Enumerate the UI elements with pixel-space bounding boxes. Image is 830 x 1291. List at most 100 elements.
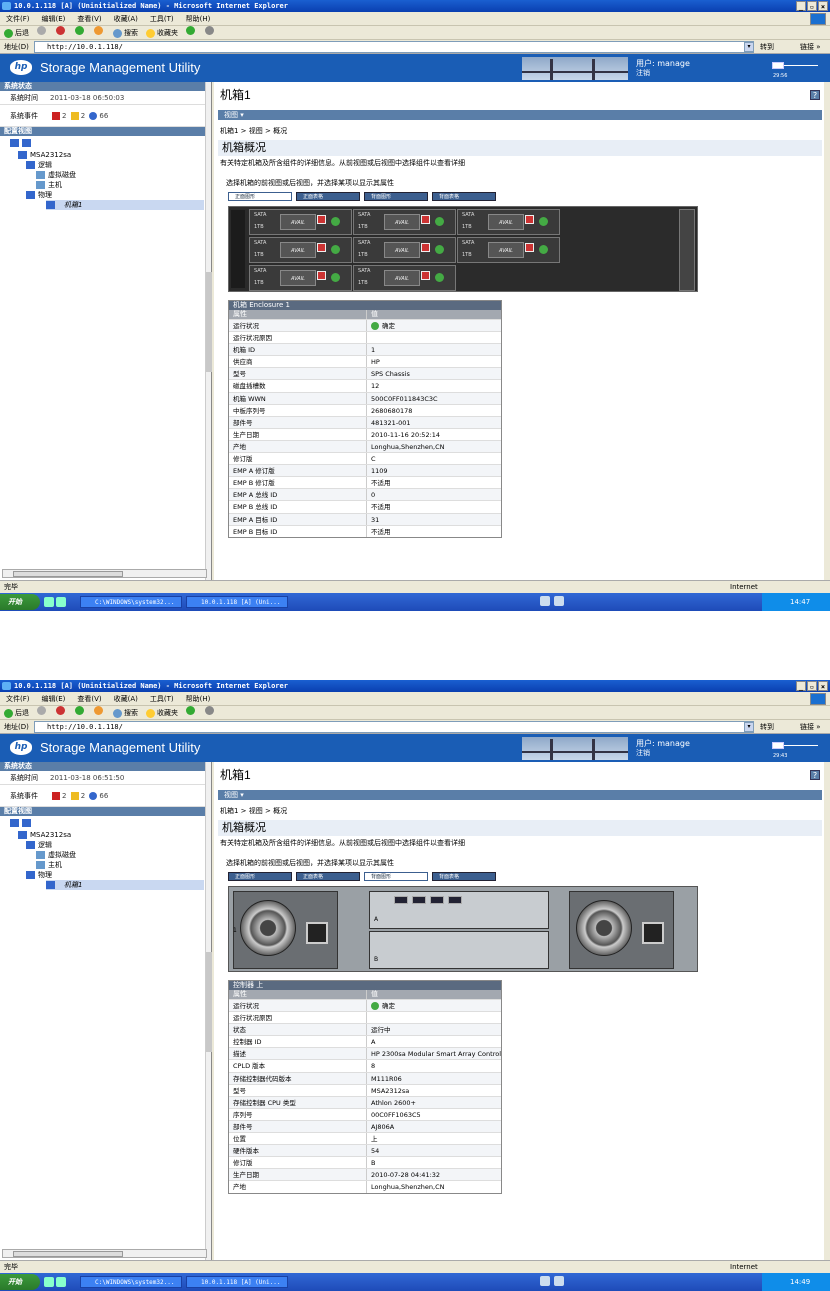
- menu-view[interactable]: 查看(V): [77, 692, 101, 705]
- help-icon[interactable]: ?: [810, 90, 820, 100]
- tree-collapse-all[interactable]: [10, 818, 34, 828]
- warning-icon[interactable]: [70, 112, 79, 120]
- critical-icon[interactable]: [52, 792, 60, 800]
- tree-item-enclosure1[interactable]: 机箱1: [46, 880, 204, 890]
- stop-icon[interactable]: [56, 26, 65, 35]
- refresh-icon[interactable]: [75, 706, 84, 715]
- history-icon[interactable]: [186, 706, 195, 715]
- vertical-scrollbar[interactable]: [205, 82, 212, 580]
- home-icon[interactable]: [94, 26, 103, 35]
- help-icon[interactable]: ?: [810, 770, 820, 780]
- warning-icon[interactable]: [70, 792, 79, 800]
- desktop-icon[interactable]: [44, 597, 54, 607]
- start-button[interactable]: 开始: [0, 1274, 40, 1290]
- menu-help[interactable]: 帮助(H): [186, 12, 211, 25]
- start-button[interactable]: 开始: [0, 594, 40, 610]
- favorites-button[interactable]: 收藏夹: [146, 706, 178, 719]
- menu-tools[interactable]: 工具(T): [150, 692, 174, 705]
- critical-icon[interactable]: [52, 112, 60, 120]
- vertical-scrollbar[interactable]: [205, 762, 212, 1260]
- tab-rear-graphic[interactable]: 背面图形: [364, 872, 428, 881]
- controller-b[interactable]: B: [369, 931, 549, 969]
- task-ie[interactable]: 10.0.1.118 [A] (Uni...: [186, 1276, 288, 1288]
- tree-item-hosts[interactable]: 主机: [36, 180, 62, 190]
- tab-front-table[interactable]: 正面表格: [296, 192, 360, 201]
- desktop-icon[interactable]: [44, 1277, 54, 1287]
- search-button[interactable]: 搜索: [113, 26, 138, 39]
- ie-launch-icon[interactable]: [56, 1277, 66, 1287]
- forward-icon[interactable]: [37, 706, 46, 715]
- view-menu[interactable]: 视图 ▾: [218, 790, 822, 800]
- logout-link[interactable]: 注销: [636, 749, 650, 757]
- task-ie[interactable]: 10.0.1.118 [A] (Uni...: [186, 596, 288, 608]
- tree-collapse-all[interactable]: [10, 138, 34, 148]
- menu-file[interactable]: 文件(F): [6, 692, 30, 705]
- logout-link[interactable]: 注销: [636, 69, 650, 77]
- address-dropdown[interactable]: ▾: [744, 42, 754, 52]
- stop-icon[interactable]: [56, 706, 65, 715]
- tree-item-logical[interactable]: 逻辑: [26, 160, 52, 170]
- favorites-button[interactable]: 收藏夹: [146, 26, 178, 39]
- minimize-button[interactable]: _: [796, 681, 806, 691]
- tab-rear-graphic[interactable]: 背面图形: [364, 192, 428, 201]
- tree-item-system[interactable]: MSA2312sa: [18, 830, 71, 840]
- horizontal-scrollbar[interactable]: [2, 569, 207, 578]
- tree-item-enclosure1[interactable]: 机箱1: [46, 200, 204, 210]
- go-button[interactable]: 转到: [760, 720, 774, 734]
- tree-item-physical[interactable]: 物理: [26, 870, 52, 880]
- drive-bay[interactable]: SATA 1TB AVAIL: [249, 237, 352, 263]
- menu-tools[interactable]: 工具(T): [150, 12, 174, 25]
- tree-item-hosts[interactable]: 主机: [36, 860, 62, 870]
- menu-edit[interactable]: 编辑(E): [42, 12, 66, 25]
- tree-item-system[interactable]: MSA2312sa: [18, 150, 71, 160]
- forward-icon[interactable]: [37, 26, 46, 35]
- close-button[interactable]: ×: [818, 1, 828, 11]
- mail-icon[interactable]: [205, 706, 214, 715]
- close-button[interactable]: ×: [818, 681, 828, 691]
- enclosure-rear-view[interactable]: A B 1: [228, 886, 698, 972]
- tree-item-logical[interactable]: 逻辑: [26, 840, 52, 850]
- drive-bay[interactable]: SATA 1TB AVAIL: [457, 237, 560, 263]
- ie-launch-icon[interactable]: [56, 597, 66, 607]
- tab-front-graphic[interactable]: 正面图形: [228, 872, 292, 881]
- drive-bay[interactable]: SATA 1TB AVAIL: [249, 209, 352, 235]
- controller-a[interactable]: A: [369, 891, 549, 929]
- url-input[interactable]: http://10.0.1.118/: [34, 41, 754, 53]
- power-supply-left[interactable]: [233, 891, 338, 969]
- tab-rear-table[interactable]: 背面表格: [432, 872, 496, 881]
- drive-bay[interactable]: SATA 1TB AVAIL: [353, 237, 456, 263]
- tab-front-graphic[interactable]: 正面图形: [228, 192, 292, 201]
- menu-favorites[interactable]: 收藏(A): [114, 692, 138, 705]
- info-icon[interactable]: [89, 792, 98, 800]
- search-button[interactable]: 搜索: [113, 706, 138, 719]
- refresh-icon[interactable]: [75, 26, 84, 35]
- menu-edit[interactable]: 编辑(E): [42, 692, 66, 705]
- back-button[interactable]: 后退: [4, 26, 29, 39]
- tab-front-table[interactable]: 正面表格: [296, 872, 360, 881]
- tree-item-vdisks[interactable]: 虚拟磁盘: [36, 170, 76, 180]
- horizontal-scrollbar[interactable]: [2, 1249, 207, 1258]
- minimize-button[interactable]: _: [796, 1, 806, 11]
- menu-view[interactable]: 查看(V): [77, 12, 101, 25]
- tab-rear-table[interactable]: 背面表格: [432, 192, 496, 201]
- power-supply-right[interactable]: [569, 891, 674, 969]
- address-dropdown[interactable]: ▾: [744, 722, 754, 732]
- menu-help[interactable]: 帮助(H): [186, 692, 211, 705]
- url-input[interactable]: http://10.0.1.118/: [34, 721, 754, 733]
- tree-item-vdisks[interactable]: 虚拟磁盘: [36, 850, 76, 860]
- enclosure-front-view[interactable]: SATA 1TB AVAIL SATA 1TB AVAIL SATA 1TB AVAIL SATA…: [228, 206, 698, 292]
- menu-file[interactable]: 文件(F): [6, 12, 30, 25]
- mail-icon[interactable]: [205, 26, 214, 35]
- drive-bay[interactable]: SATA 1TB AVAIL: [249, 265, 352, 291]
- drive-bay[interactable]: SATA 1TB AVAIL: [353, 265, 456, 291]
- task-cmd[interactable]: C:\WINDOWS\system32...: [80, 1276, 182, 1288]
- go-button[interactable]: 转到: [760, 40, 774, 54]
- history-icon[interactable]: [186, 26, 195, 35]
- view-menu[interactable]: 视图 ▾: [218, 110, 822, 120]
- task-cmd[interactable]: C:\WINDOWS\system32...: [80, 596, 182, 608]
- maximize-button[interactable]: ▫: [807, 681, 817, 691]
- maximize-button[interactable]: ▫: [807, 1, 817, 11]
- drive-bay[interactable]: SATA 1TB AVAIL: [353, 209, 456, 235]
- menu-favorites[interactable]: 收藏(A): [114, 12, 138, 25]
- tree-item-physical[interactable]: 物理: [26, 190, 52, 200]
